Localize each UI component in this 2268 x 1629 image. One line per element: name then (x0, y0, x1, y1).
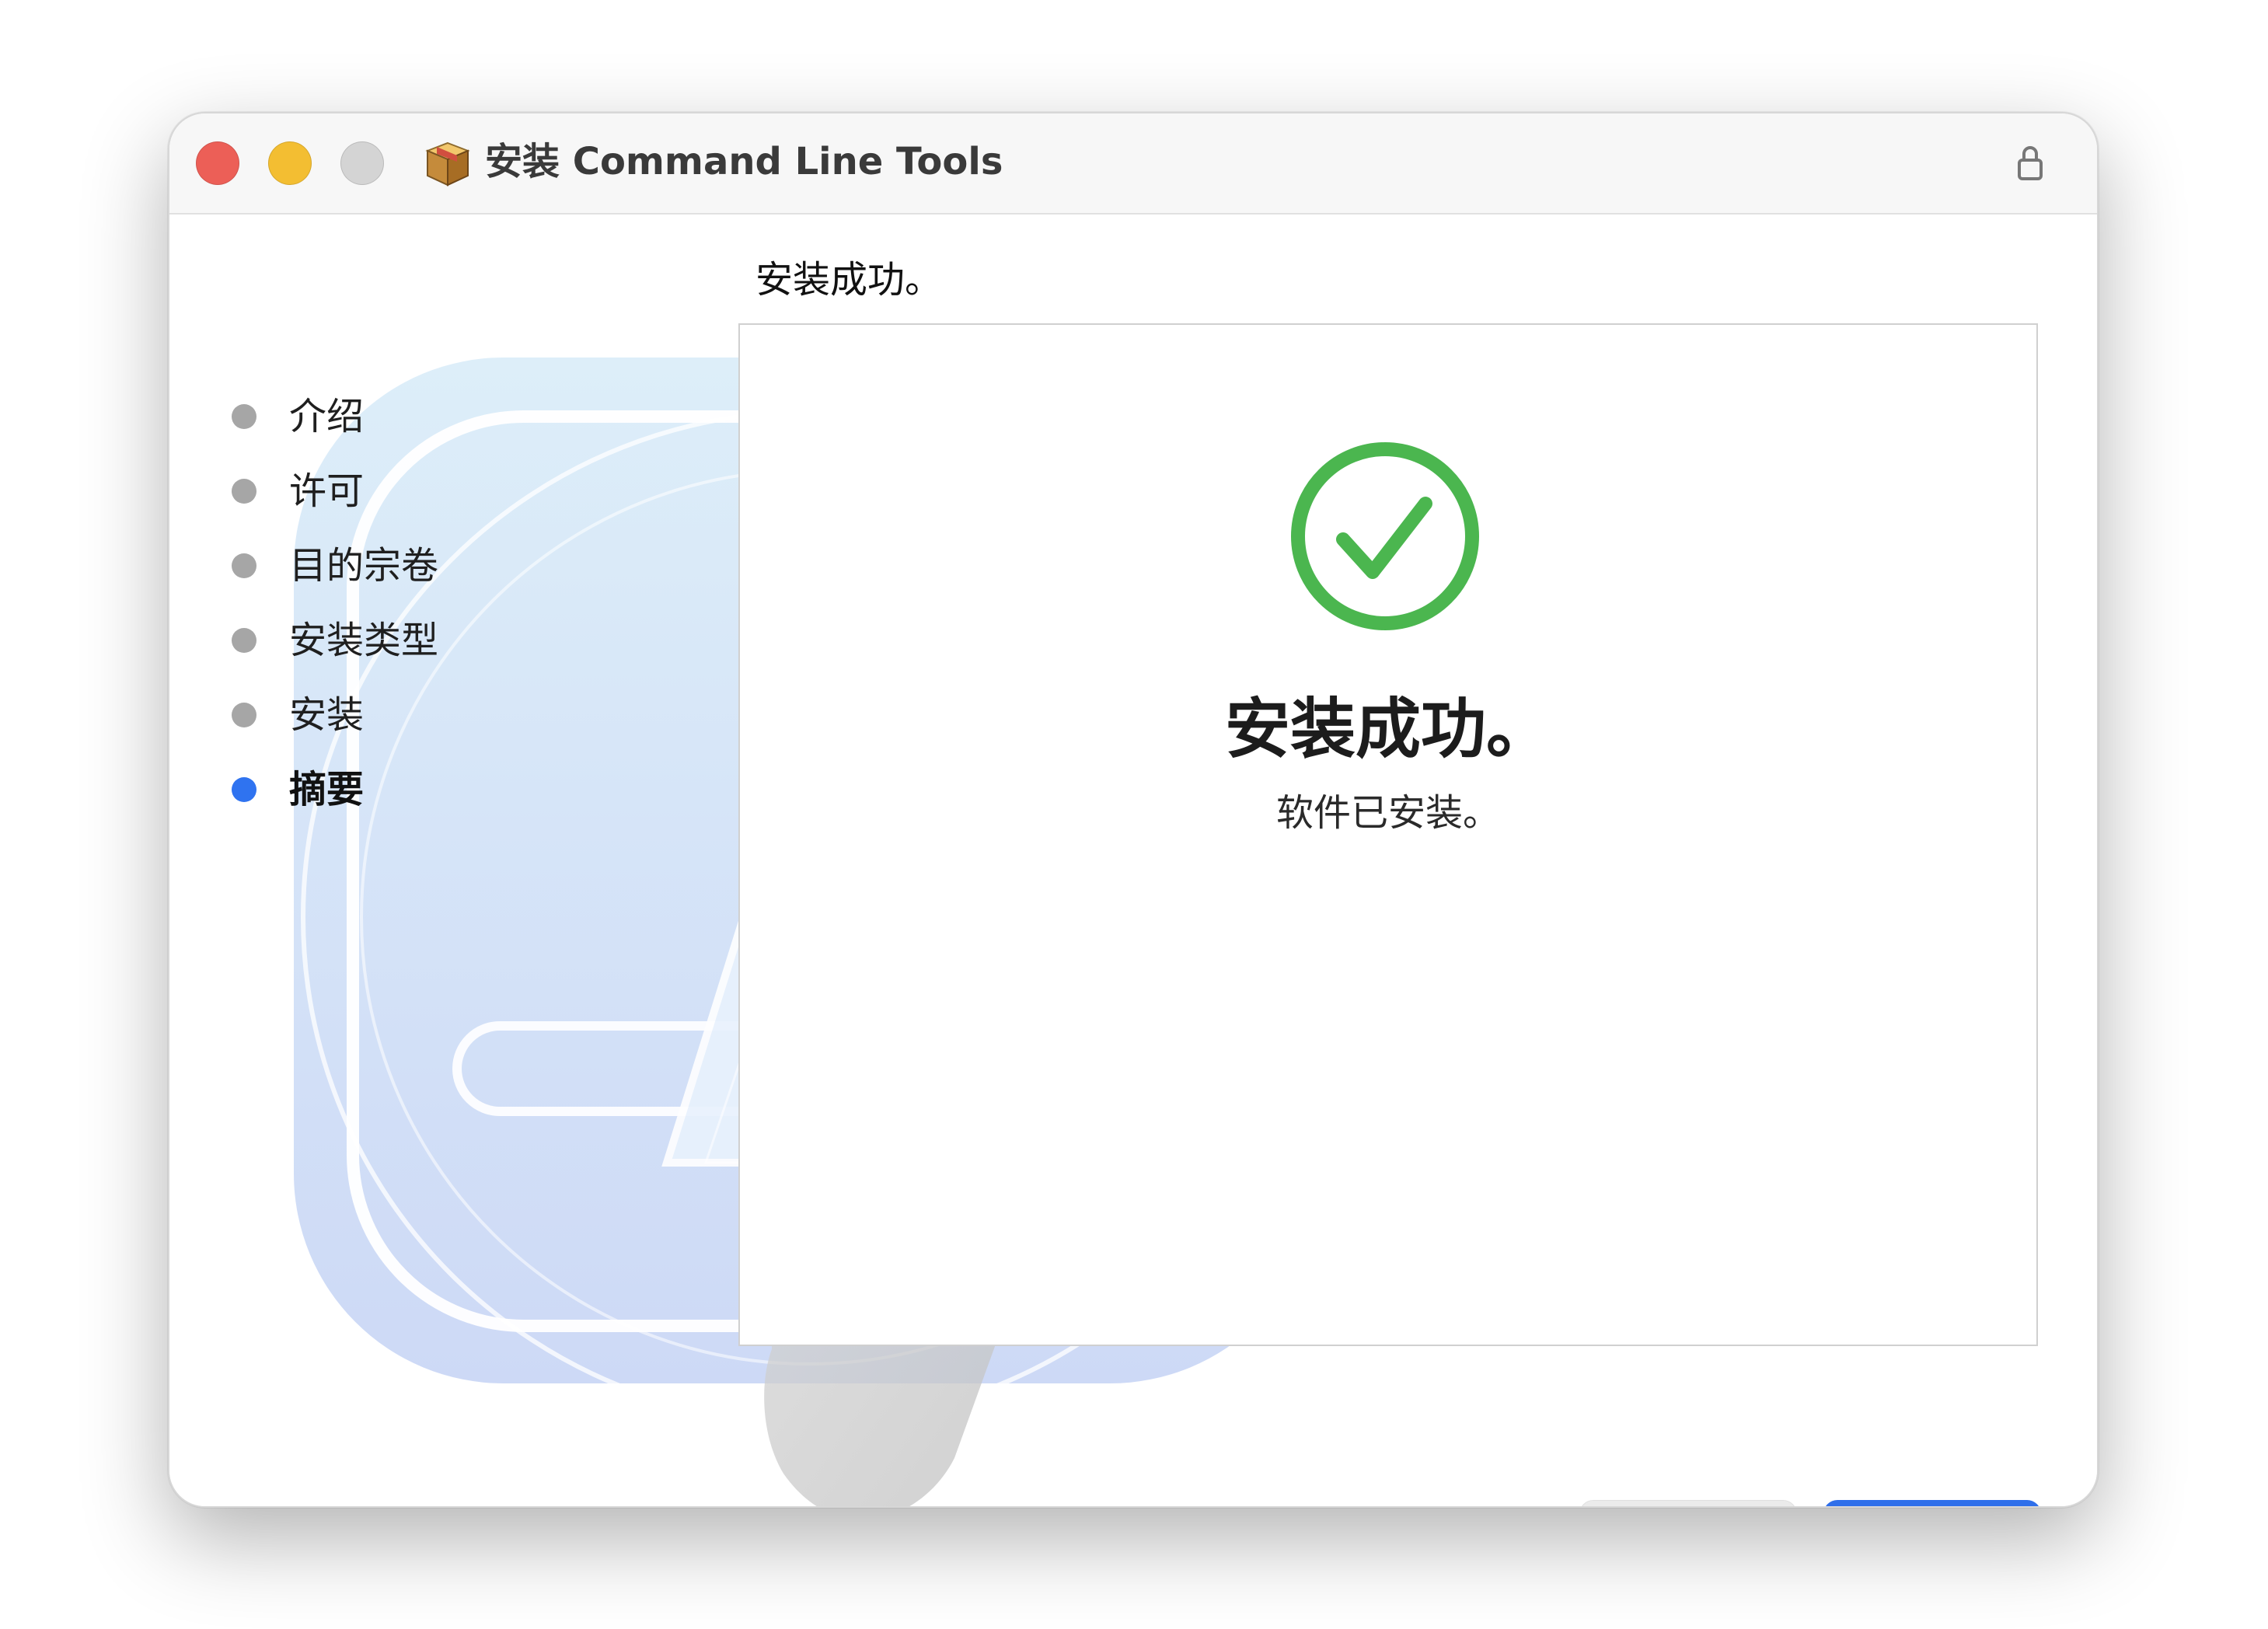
checkmark-circle-icon (1291, 442, 1479, 630)
zoom-window-button[interactable] (340, 141, 384, 185)
success-title: 安装成功。 (1224, 691, 1551, 767)
titlebar[interactable]: 安装 Command Line Tools (169, 113, 2097, 215)
package-icon (425, 141, 470, 187)
lock-icon[interactable] (2015, 145, 2046, 182)
step-label: 安装类型 (289, 619, 439, 662)
installer-window: 安装 Command Line Tools 介绍 许可 目的宗卷 安装类型 安装… (168, 112, 2099, 1508)
step-label: 目的宗卷 (289, 544, 439, 588)
close-window-button[interactable] (196, 141, 239, 185)
step-license: 许可 (232, 460, 511, 535)
step-label: 摘要 (289, 768, 365, 811)
close-button[interactable]: 关闭 (1823, 1500, 2041, 1506)
window-title: 安装 Command Line Tools (485, 140, 1003, 183)
step-destination: 目的宗卷 (232, 535, 511, 609)
step-status-dot (232, 553, 256, 578)
step-install-type: 安装类型 (232, 609, 511, 684)
success-subtitle: 软件已安装。 (1275, 791, 1500, 835)
installer-content: 介绍 许可 目的宗卷 安装类型 安装 摘要 安装成功。 安装成功。 软件已安装。 (169, 215, 2097, 1506)
pane-title: 安装成功。 (755, 258, 943, 302)
step-status-dot (232, 404, 256, 429)
step-status-dot (232, 479, 256, 504)
back-button[interactable]: 返回 (1579, 1500, 1797, 1506)
step-label: 介绍 (289, 395, 365, 438)
step-install: 安装 (232, 684, 511, 759)
summary-panel: 安装成功。 软件已安装。 (738, 323, 2038, 1346)
step-status-dot (232, 703, 256, 727)
step-intro: 介绍 (232, 385, 511, 460)
step-status-dot (232, 777, 256, 802)
step-summary: 摘要 (232, 759, 511, 833)
minimize-window-button[interactable] (268, 141, 312, 185)
step-status-dot (232, 628, 256, 653)
step-label: 许可 (289, 469, 365, 513)
installer-steps: 介绍 许可 目的宗卷 安装类型 安装 摘要 (232, 385, 511, 833)
step-label: 安装 (289, 693, 365, 737)
